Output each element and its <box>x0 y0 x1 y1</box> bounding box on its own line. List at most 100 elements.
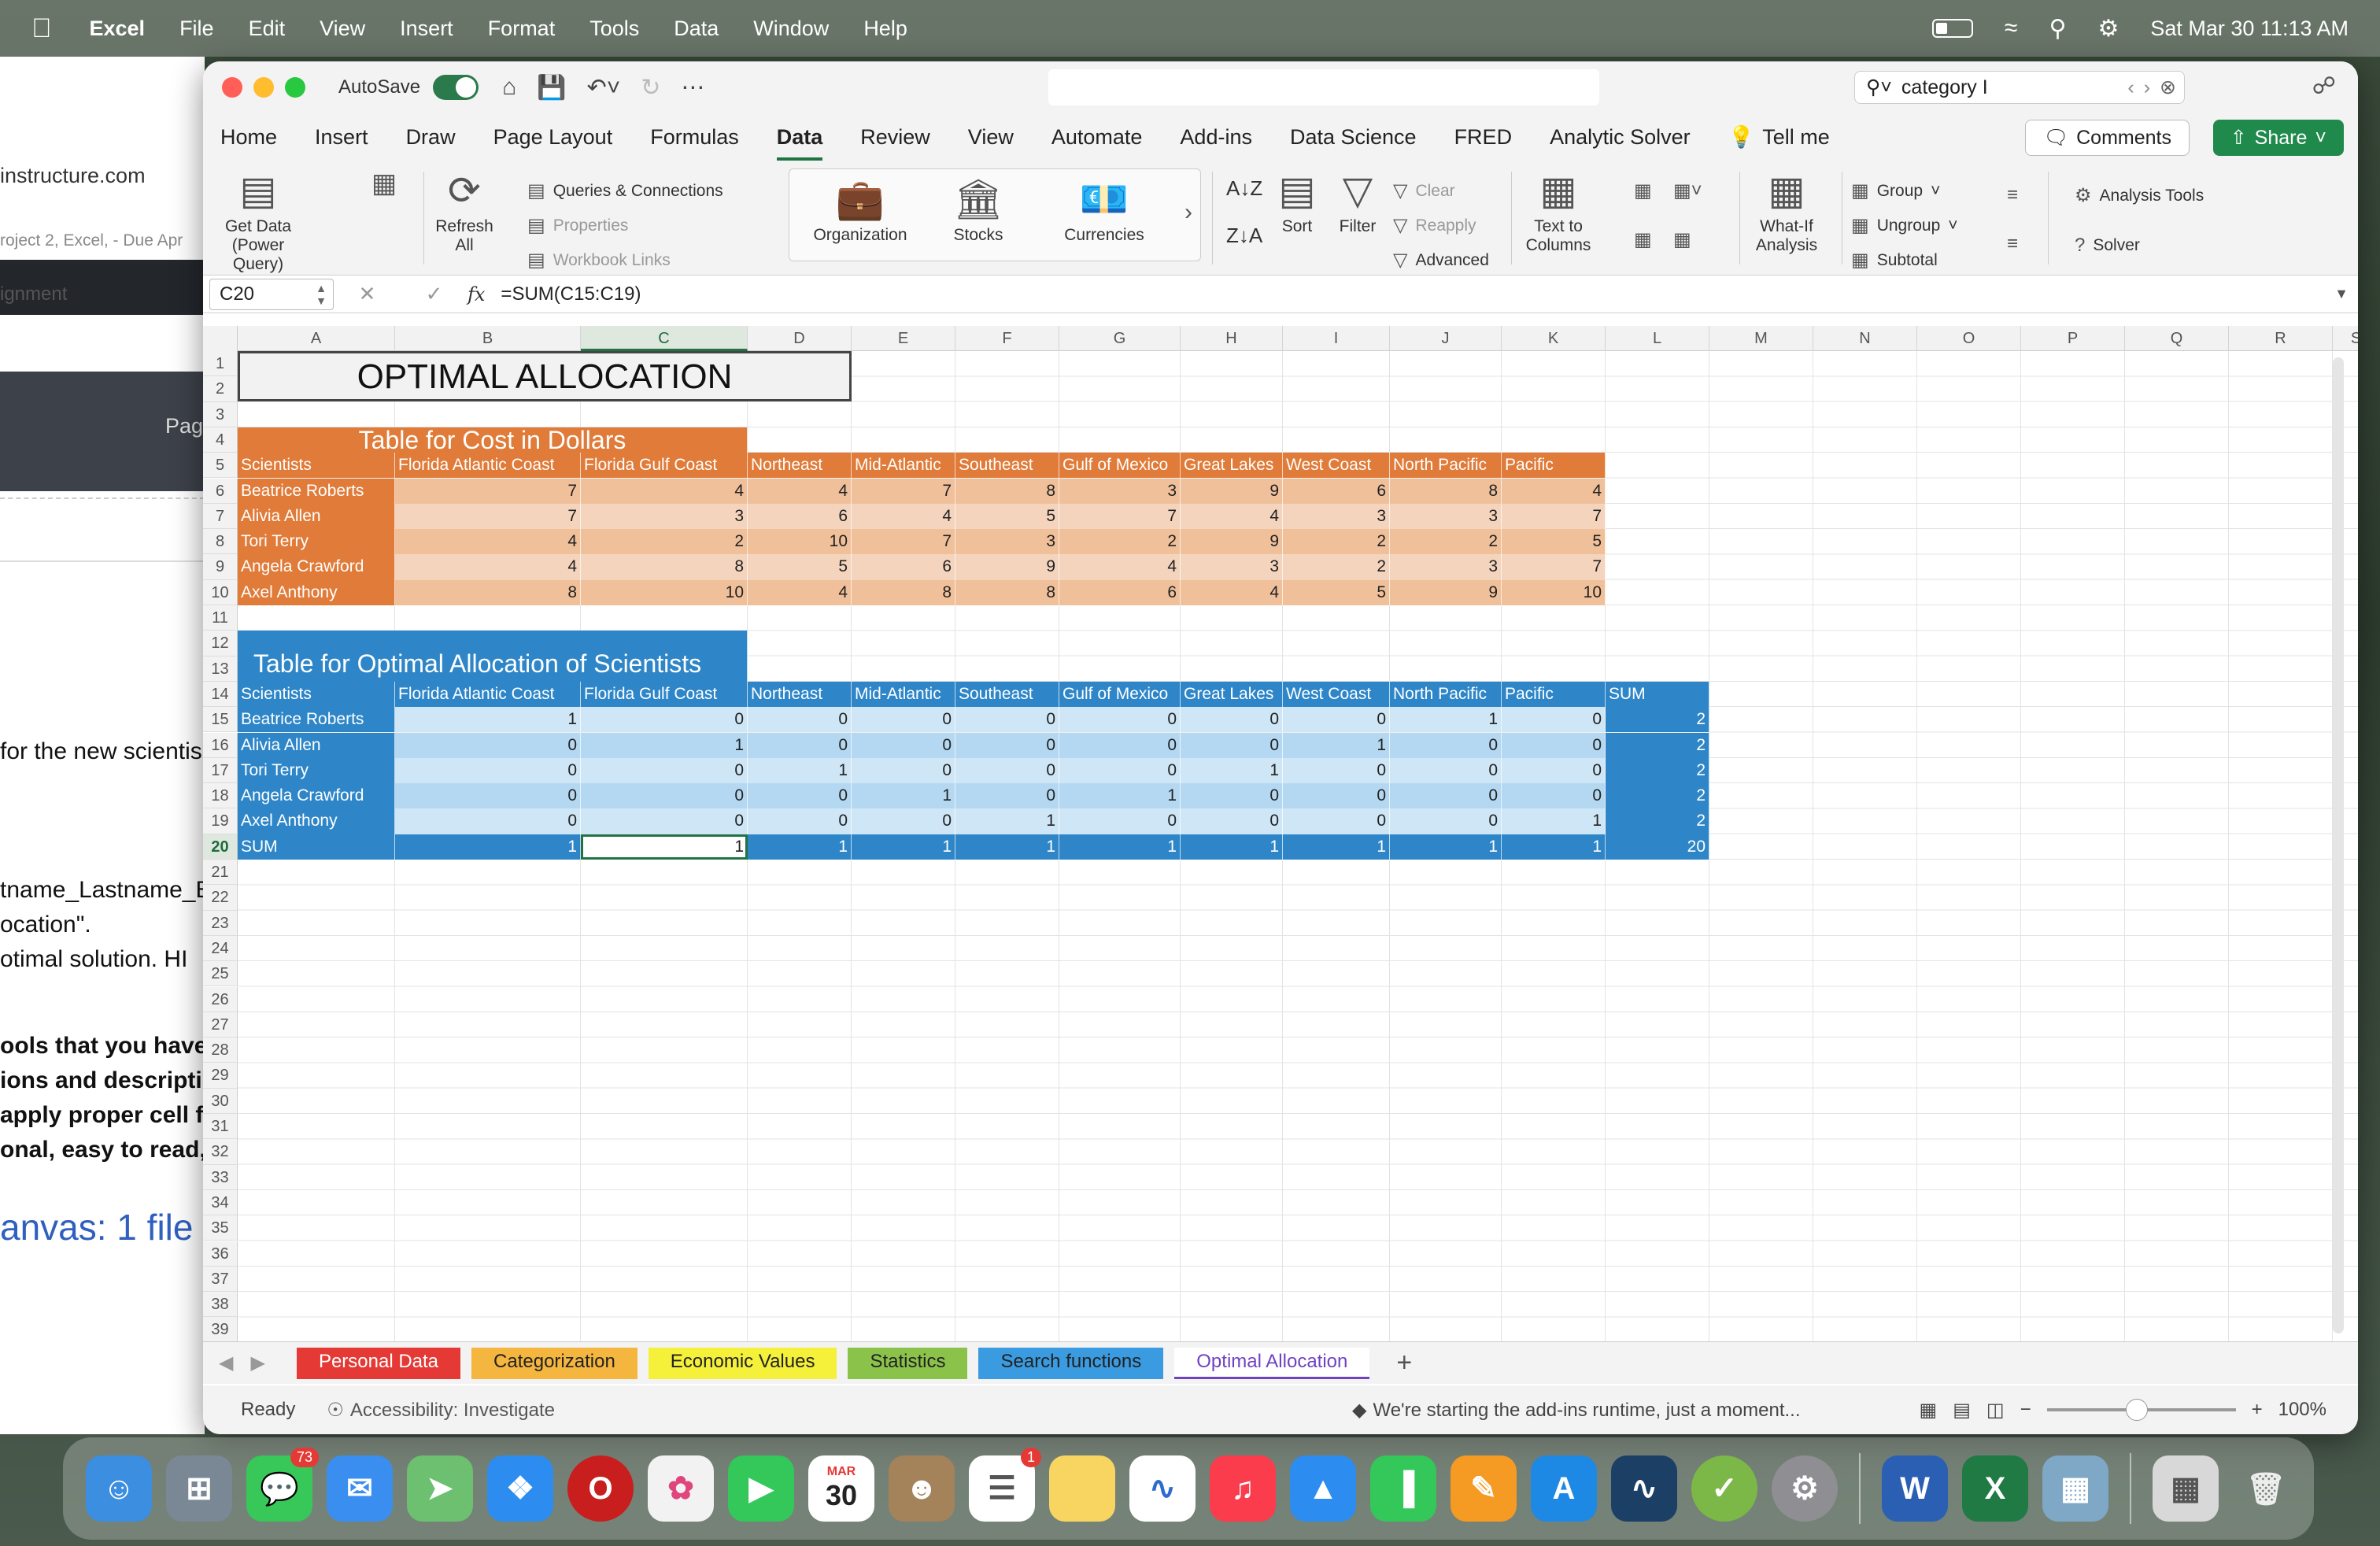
tab-automate[interactable]: Automate <box>1051 125 1143 150</box>
menubar-datetime[interactable]: Sat Mar 30 11:13 AM <box>2150 17 2349 41</box>
browser-breadcrumb[interactable]: roject 2, Excel, - Due Apr <box>0 231 183 250</box>
alloc-header-cell[interactable]: Florida Atlantic Coast <box>395 681 581 708</box>
row-header-29[interactable]: 29 <box>203 1063 238 1089</box>
cost-value-cell[interactable]: 6 <box>1059 579 1181 605</box>
alloc-value-cell[interactable]: 0 <box>1283 783 1390 809</box>
alloc-value-cell[interactable]: 1 <box>1502 808 1606 834</box>
consolidate-button[interactable]: ▦ <box>1673 228 1691 251</box>
cost-header-cell[interactable]: Southeast <box>955 453 1059 479</box>
tab-data[interactable]: Data <box>776 125 822 161</box>
cost-header-cell[interactable]: Gulf of Mexico <box>1059 453 1181 479</box>
alloc-value-cell[interactable]: 1 <box>395 707 581 733</box>
row-header-8[interactable]: 8 <box>203 529 238 555</box>
cost-value-cell[interactable]: 8 <box>581 554 748 580</box>
cost-value-cell[interactable]: 3 <box>1283 503 1390 530</box>
cost-header-cell[interactable]: Florida Gulf Coast <box>581 453 748 479</box>
select-all-corner[interactable] <box>203 326 238 351</box>
row-header-9[interactable]: 9 <box>203 554 238 580</box>
sheet-next-icon[interactable]: ▶ <box>250 1352 264 1374</box>
alloc-scientist-name[interactable]: Alivia Allen <box>238 732 395 758</box>
row-header-35[interactable]: 35 <box>203 1215 238 1241</box>
column-header-c[interactable]: C <box>581 326 748 351</box>
menu-data[interactable]: Data <box>674 17 719 41</box>
sum-row-cell[interactable]: 1 <box>748 834 852 860</box>
column-header-j[interactable]: J <box>1390 326 1502 351</box>
control-center-icon[interactable]: ⚙ <box>2097 15 2119 43</box>
menu-insert[interactable]: Insert <box>400 17 453 41</box>
reapply-button[interactable]: ▽ Reapply <box>1393 214 1476 237</box>
row-header-39[interactable]: 39 <box>203 1317 238 1343</box>
alloc-value-cell[interactable]: 0 <box>1390 783 1502 809</box>
safari-icon[interactable]: ❖ <box>487 1455 553 1522</box>
launchpad-icon[interactable]: ⊞ <box>166 1455 232 1522</box>
cost-table-title[interactable]: Table for Cost in Dollars <box>238 427 748 453</box>
row-header-30[interactable]: 30 <box>203 1088 238 1114</box>
alloc-value-cell[interactable]: 0 <box>955 783 1059 809</box>
solver-button[interactable]: ? Solver <box>2075 235 2140 257</box>
cost-value-cell[interactable]: 4 <box>1181 503 1283 530</box>
facetime-icon[interactable]: ▶ <box>728 1455 794 1522</box>
browser-url[interactable]: instructure.com <box>0 164 146 188</box>
row-header-11[interactable]: 11 <box>203 605 238 631</box>
alloc-value-cell[interactable]: 1 <box>852 783 955 809</box>
cost-value-cell[interactable]: 6 <box>748 503 852 530</box>
alloc-value-cell[interactable]: 0 <box>581 707 748 733</box>
cost-value-cell[interactable]: 4 <box>852 503 955 530</box>
alloc-value-cell[interactable]: 0 <box>852 808 955 834</box>
sum-row-cell[interactable]: 1 <box>1283 834 1390 860</box>
cost-value-cell[interactable]: 8 <box>1390 478 1502 504</box>
row-header-18[interactable]: 18 <box>203 783 238 809</box>
sum-row-cell[interactable]: 1 <box>1181 834 1283 860</box>
alloc-table-title[interactable]: Table for Optimal Allocation of Scientis… <box>238 631 748 682</box>
column-header-f[interactable]: F <box>955 326 1059 351</box>
alloc-value-cell[interactable]: 1 <box>955 808 1059 834</box>
menu-help[interactable]: Help <box>863 17 907 41</box>
selected-cell-c20[interactable]: 1 <box>581 834 748 860</box>
cost-value-cell[interactable]: 3 <box>1181 554 1283 580</box>
calendar-icon[interactable]: MAR 30 <box>808 1455 874 1522</box>
zoom-out-icon[interactable]: − <box>2020 1399 2031 1421</box>
alloc-value-cell[interactable]: 0 <box>955 757 1059 784</box>
alloc-header-cell[interactable]: Northeast <box>748 681 852 708</box>
alloc-header-cell[interactable]: Scientists <box>238 681 395 708</box>
cost-value-cell[interactable]: 4 <box>748 579 852 605</box>
formula-input[interactable]: =SUM(C15:C19) <box>501 283 641 305</box>
alloc-value-cell[interactable]: 0 <box>748 732 852 758</box>
alloc-row-sum[interactable]: 2 <box>1606 808 1709 834</box>
alloc-value-cell[interactable]: 0 <box>1059 707 1181 733</box>
cost-value-cell[interactable]: 7 <box>395 503 581 530</box>
row-header-25[interactable]: 25 <box>203 961 238 987</box>
column-header-o[interactable]: O <box>1917 326 2021 351</box>
cost-value-cell[interactable]: 8 <box>955 579 1059 605</box>
alloc-value-cell[interactable]: 0 <box>581 757 748 784</box>
collaborate-icon[interactable]: ☍ <box>2312 72 2336 100</box>
alloc-value-cell[interactable]: 1 <box>581 732 748 758</box>
alloc-value-cell[interactable]: 0 <box>395 757 581 784</box>
cost-value-cell[interactable]: 7 <box>1502 503 1606 530</box>
row-header-4[interactable]: 4 <box>203 427 238 453</box>
cost-value-cell[interactable]: 10 <box>1502 579 1606 605</box>
tab-tell-me[interactable]: 💡 Tell me <box>1728 124 1830 150</box>
alloc-scientist-name[interactable]: Beatrice Roberts <box>238 707 395 733</box>
alloc-value-cell[interactable]: 0 <box>395 808 581 834</box>
vertical-scrollbar[interactable] <box>2333 357 2344 1333</box>
trash-icon[interactable]: 🗑 <box>2233 1455 2299 1522</box>
music-icon[interactable]: ♫ <box>1210 1455 1276 1522</box>
menu-format[interactable]: Format <box>488 17 556 41</box>
alloc-header-cell[interactable]: Southeast <box>955 681 1059 708</box>
numbers-icon[interactable]: ▐ <box>1370 1455 1436 1522</box>
home-icon[interactable]: ⌂ <box>502 74 516 101</box>
row-header-26[interactable]: 26 <box>203 986 238 1012</box>
zoom-slider[interactable] <box>2046 1399 2236 1421</box>
page-layout-view-icon[interactable]: ▤ <box>1953 1399 1971 1422</box>
currencies-data-type[interactable]: 💶 Currencies <box>1049 177 1159 245</box>
cost-value-cell[interactable]: 7 <box>1059 503 1181 530</box>
tab-view[interactable]: View <box>968 125 1014 150</box>
alloc-header-cell[interactable]: Mid-Atlantic <box>852 681 955 708</box>
existing-connections-button[interactable]: ▦ <box>360 168 408 202</box>
alloc-header-cell[interactable]: North Pacific <box>1390 681 1502 708</box>
alloc-value-cell[interactable]: 0 <box>1502 732 1606 758</box>
row-header-7[interactable]: 7 <box>203 503 238 530</box>
rstudio-icon[interactable]: ✓ <box>1691 1455 1757 1522</box>
alloc-value-cell[interactable]: 0 <box>1059 757 1181 784</box>
